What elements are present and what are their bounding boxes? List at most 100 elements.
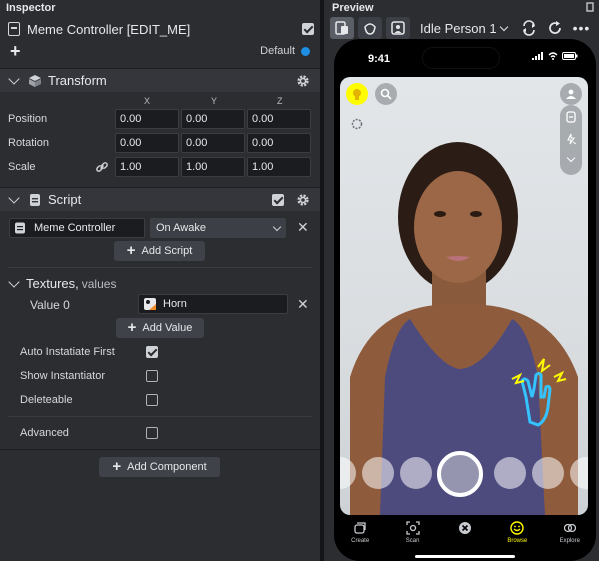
- rotation-x-field[interactable]: 0.00: [115, 133, 179, 153]
- scale-y-field[interactable]: 1.00: [181, 157, 245, 177]
- detach-icon[interactable]: [586, 2, 595, 13]
- advanced-checkbox[interactable]: [146, 427, 158, 439]
- camera-mode-button[interactable]: [358, 17, 382, 39]
- textures-label: Textures,: [26, 276, 79, 291]
- flip-camera-icon[interactable]: [565, 111, 577, 123]
- textures-sub-label: values: [81, 276, 117, 291]
- texture-asset-name: Horn: [163, 298, 187, 310]
- capture-button[interactable]: [437, 451, 483, 497]
- rotation-z-field[interactable]: 0.00: [247, 133, 311, 153]
- lens-settings-icon[interactable]: [350, 117, 364, 131]
- divider: [8, 416, 312, 417]
- lens-studio-window: Inspector Meme Controller [EDIT_ME] + De…: [0, 0, 599, 561]
- nav-scan[interactable]: Scan: [393, 521, 433, 544]
- more-icon[interactable]: •••: [573, 20, 591, 36]
- nav-scan-label: Scan: [405, 538, 420, 544]
- preview-toolbar: Idle Person 1 •••: [330, 17, 596, 39]
- chevron-down-icon: [272, 222, 282, 231]
- wifi-icon: [548, 52, 558, 60]
- event-dropdown[interactable]: On Awake: [150, 218, 286, 238]
- close-icon: [458, 522, 471, 534]
- add-friend-button[interactable]: [560, 83, 582, 105]
- transform-title: Transform: [48, 73, 107, 88]
- deleteable-checkbox[interactable]: [146, 394, 158, 406]
- texture-icon: [144, 298, 156, 310]
- texture-asset-field[interactable]: Horn: [138, 294, 288, 314]
- option-label: Show Instantiator: [20, 370, 105, 382]
- advanced-label: Advanced: [20, 427, 69, 439]
- link-icon[interactable]: [95, 160, 109, 174]
- show-instantiator-checkbox[interactable]: [146, 370, 158, 382]
- lens-thumbnail[interactable]: [570, 457, 588, 489]
- position-x-field[interactable]: 0.00: [115, 109, 179, 129]
- gear-icon[interactable]: [296, 193, 310, 207]
- profile-bitmoji-button[interactable]: [346, 83, 368, 105]
- search-button[interactable]: [375, 83, 397, 105]
- script-section-header[interactable]: Script: [0, 187, 320, 211]
- object-enabled-checkbox[interactable]: [302, 23, 314, 35]
- layer-selector[interactable]: Default: [260, 45, 310, 57]
- position-y-field[interactable]: 0.00: [181, 109, 245, 129]
- lens-thumbnail[interactable]: [532, 457, 564, 489]
- lens-thumbnail[interactable]: [362, 457, 394, 489]
- script-enabled-checkbox[interactable]: [272, 193, 284, 206]
- remove-script-icon[interactable]: ✕: [297, 219, 309, 236]
- chevron-down-icon[interactable]: [8, 191, 20, 204]
- chevron-down-icon: [499, 22, 508, 31]
- person-mode-button[interactable]: [386, 17, 410, 39]
- chevron-down-icon[interactable]: [8, 275, 20, 288]
- layer-color-dot: [301, 46, 310, 56]
- smiley-icon: [510, 521, 525, 535]
- flip-camera-icon[interactable]: [521, 20, 537, 36]
- nav-close-lens[interactable]: [445, 521, 485, 538]
- bitmoji-icon: [353, 89, 361, 100]
- script-icon: [30, 193, 40, 206]
- nav-explore[interactable]: Explore: [550, 521, 590, 544]
- option-label: Auto Instatiate First: [20, 346, 115, 358]
- person-frame-icon: [391, 21, 405, 35]
- add-component-button[interactable]: + Add Component: [99, 457, 220, 477]
- nav-create[interactable]: Create: [340, 521, 380, 544]
- axis-z-label: Z: [277, 96, 283, 106]
- event-value: On Awake: [156, 222, 206, 234]
- add-script-button[interactable]: + Add Script: [114, 241, 205, 261]
- device-mode-button[interactable]: [330, 17, 354, 39]
- explore-icon: [563, 523, 576, 533]
- plus-icon: +: [126, 242, 136, 259]
- remove-value-icon[interactable]: ✕: [297, 296, 309, 313]
- camera-view[interactable]: [340, 77, 588, 515]
- inspector-title: Inspector: [6, 2, 56, 14]
- object-name[interactable]: Meme Controller [EDIT_ME]: [27, 22, 190, 37]
- nav-browse[interactable]: Browse: [497, 521, 537, 544]
- gear-icon[interactable]: [296, 74, 310, 88]
- status-icons: [532, 52, 578, 60]
- transform-section-header[interactable]: Transform: [0, 68, 320, 92]
- option-label: Deleteable: [20, 394, 73, 406]
- divider: [8, 267, 312, 268]
- camera-tools-rail: [560, 105, 582, 175]
- add-value-button[interactable]: + Add Value: [116, 318, 204, 338]
- object-header: Meme Controller [EDIT_ME]: [8, 18, 314, 40]
- add-icon[interactable]: +: [10, 42, 21, 60]
- plus-icon: +: [112, 458, 122, 475]
- person-select[interactable]: Idle Person 1: [420, 20, 508, 36]
- add-value-label: Add Value: [142, 322, 193, 334]
- position-z-field[interactable]: 0.00: [247, 109, 311, 129]
- refresh-icon[interactable]: [547, 20, 563, 36]
- flash-off-icon[interactable]: [565, 133, 577, 145]
- scale-z-field[interactable]: 1.00: [247, 157, 311, 177]
- person-select-value: Idle Person 1: [420, 20, 497, 36]
- textures-header[interactable]: Textures, values: [8, 275, 117, 291]
- lens-thumbnail[interactable]: [400, 457, 432, 489]
- dynamic-island: [422, 47, 500, 69]
- chevron-down-icon[interactable]: [8, 72, 20, 85]
- chevron-down-icon[interactable]: [566, 153, 576, 163]
- rotation-y-field[interactable]: 0.00: [181, 133, 245, 153]
- lens-thumbnail[interactable]: [494, 457, 526, 489]
- lens-thumbnail[interactable]: [340, 457, 356, 489]
- transform-icon: [29, 74, 41, 87]
- search-icon: [380, 88, 392, 100]
- script-asset-field[interactable]: Meme Controller: [9, 218, 145, 238]
- scale-x-field[interactable]: 1.00: [115, 157, 179, 177]
- auto-instantiate-checkbox[interactable]: [146, 346, 158, 358]
